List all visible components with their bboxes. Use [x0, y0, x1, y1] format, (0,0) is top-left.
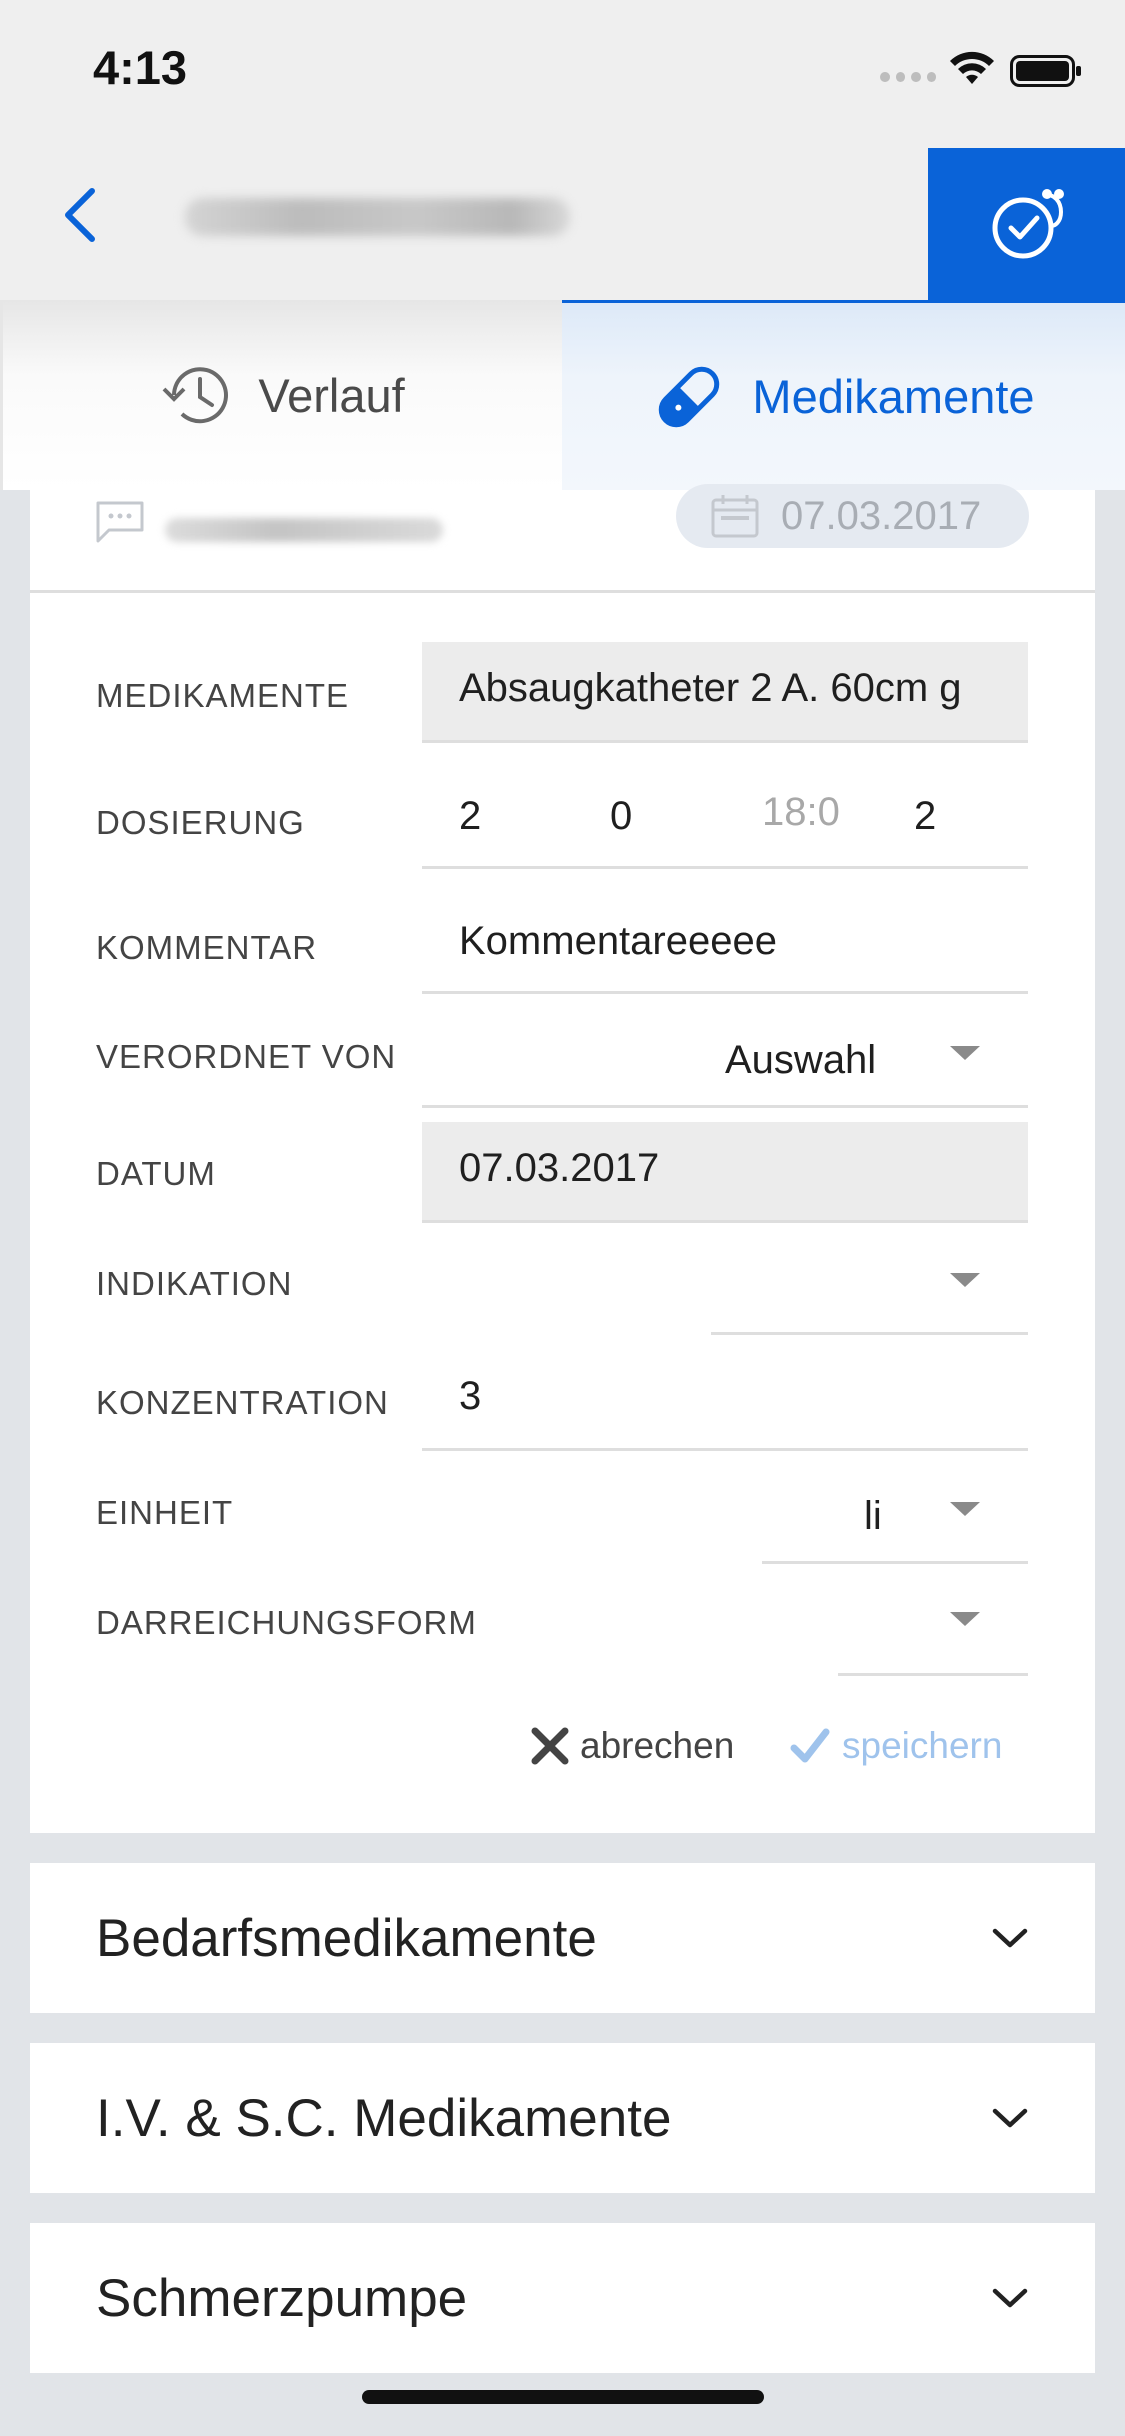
- comment-redacted: [165, 518, 443, 542]
- dose-evening-placeholder[interactable]: 18:0: [762, 790, 840, 835]
- cancel-button[interactable]: abrechen: [530, 1725, 734, 1767]
- dose-morning[interactable]: 2: [459, 794, 481, 839]
- section-iv-sc-medikamente[interactable]: I.V. & S.C. Medikamente: [30, 2043, 1095, 2193]
- indikation-label: INDIKATION: [96, 1265, 293, 1302]
- check-icon: [790, 1728, 830, 1763]
- konzentration-field[interactable]: 3: [422, 1352, 1028, 1451]
- section-title: Schmerzpumpe: [96, 2268, 468, 2328]
- chevron-down-icon: [950, 1612, 980, 1626]
- einheit-label: EINHEIT: [96, 1494, 234, 1531]
- medikamente-value: Absaugkatheter 2 A. 60cm g: [459, 666, 962, 710]
- konzentration-label: KONZENTRATION: [96, 1384, 389, 1421]
- chevron-down-icon: [992, 1928, 1028, 1948]
- stethoscope-check-icon: [992, 189, 1064, 259]
- home-indicator[interactable]: [362, 2390, 764, 2404]
- dosierung-label: DOSIERUNG: [96, 804, 305, 841]
- wifi-icon: [950, 51, 994, 84]
- medikamente-field[interactable]: Absaugkatheter 2 A. 60cm g: [422, 642, 1028, 743]
- verordnet-von-label: VERORDNET VON: [96, 1038, 397, 1075]
- einheit-value: li: [864, 1494, 882, 1538]
- comment-icon: [96, 501, 144, 543]
- kommentar-field[interactable]: Kommentareeeee: [422, 897, 1028, 994]
- chevron-down-icon: [950, 1502, 980, 1516]
- back-button[interactable]: [50, 185, 110, 245]
- date-badge: 07.03.2017: [676, 484, 1029, 548]
- datum-value: 07.03.2017: [459, 1146, 660, 1190]
- tab-verlauf[interactable]: Verlauf: [0, 300, 562, 490]
- chevron-down-icon: [950, 1273, 980, 1287]
- indikation-select[interactable]: [711, 1237, 1028, 1335]
- save-label: speichern: [842, 1725, 1003, 1766]
- dose-noon[interactable]: 0: [610, 794, 632, 839]
- einheit-select[interactable]: li: [762, 1466, 1028, 1564]
- section-schmerzpumpe[interactable]: Schmerzpumpe: [30, 2223, 1095, 2373]
- verordnet-von-value: Auswahl: [725, 1038, 877, 1082]
- tab-medikamente[interactable]: Medikamente: [562, 300, 1125, 490]
- history-icon: [162, 367, 229, 424]
- konzentration-value: 3: [459, 1374, 482, 1418]
- dosierung-field: 2 0 18:0 2: [422, 772, 1028, 869]
- divider: [30, 590, 1095, 593]
- pill-icon: [659, 366, 720, 427]
- battery-icon: [1010, 55, 1081, 87]
- cancel-label: abrechen: [580, 1725, 735, 1766]
- datum-field[interactable]: 07.03.2017: [422, 1122, 1028, 1223]
- tab-verlauf-label: Verlauf: [258, 368, 405, 422]
- darreichungsform-select[interactable]: [838, 1578, 1028, 1676]
- kommentar-value: Kommentareeeee: [459, 919, 777, 963]
- darreichungsform-label: DARREICHUNGSFORM: [96, 1604, 477, 1641]
- kommentar-label: KOMMENTAR: [96, 929, 318, 966]
- section-bedarfsmedikamente[interactable]: Bedarfsmedikamente: [30, 1863, 1095, 2013]
- calendar-icon: [711, 495, 759, 538]
- chevron-down-icon: [992, 2108, 1028, 2128]
- tab-bar: Verlauf Medikamente: [0, 300, 1125, 490]
- save-button[interactable]: speichern: [790, 1725, 1002, 1767]
- section-title: I.V. & S.C. Medikamente: [96, 2088, 672, 2148]
- chevron-left-icon: [65, 188, 95, 242]
- close-icon: [531, 1727, 569, 1765]
- patient-name-redacted: [185, 198, 570, 236]
- tab-medikamente-label: Medikamente: [752, 370, 1035, 423]
- datum-label: DATUM: [96, 1155, 216, 1192]
- chevron-down-icon: [992, 2288, 1028, 2308]
- dose-night[interactable]: 2: [914, 794, 936, 839]
- date-badge-text: 07.03.2017: [781, 493, 982, 538]
- verordnet-von-select[interactable]: Auswahl: [422, 1010, 1028, 1108]
- medikamente-label: MEDIKAMENTE: [96, 677, 350, 714]
- chevron-down-icon: [950, 1046, 980, 1060]
- checkup-button[interactable]: [928, 148, 1125, 300]
- signal-icon: [880, 72, 936, 84]
- section-title: Bedarfsmedikamente: [96, 1908, 597, 1968]
- status-time: 4:13: [93, 41, 188, 94]
